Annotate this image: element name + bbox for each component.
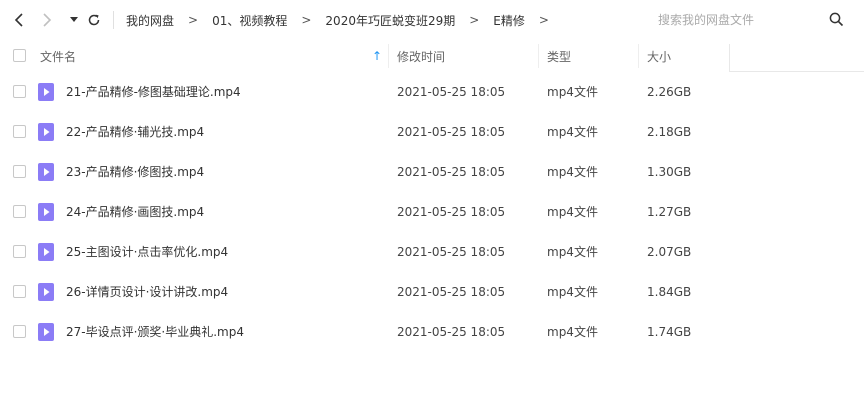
file-modified: 2021-05-25 18:05	[397, 245, 506, 259]
file-size: 1.30GB	[647, 165, 692, 179]
breadcrumb-separator: >	[469, 13, 480, 27]
file-list-header: 文件名 ↑ 修改时间 类型 大小	[0, 40, 864, 72]
row-checkbox[interactable]	[13, 85, 26, 98]
history-dropdown-button[interactable]	[64, 10, 84, 30]
column-header-modified[interactable]: 修改时间	[397, 40, 445, 72]
column-divider	[729, 44, 730, 71]
breadcrumb-separator: >	[188, 13, 199, 27]
breadcrumb-item-root[interactable]: 我的网盘	[126, 12, 174, 29]
column-header-size[interactable]: 大小	[647, 40, 671, 72]
row-checkbox[interactable]	[13, 285, 26, 298]
row-checkbox[interactable]	[13, 165, 26, 178]
video-file-icon	[38, 323, 54, 341]
toolbar-divider	[113, 11, 114, 29]
file-type: mp4文件	[547, 285, 598, 299]
file-size: 2.18GB	[647, 125, 692, 139]
file-modified: 2021-05-25 18:05	[397, 325, 506, 339]
file-type: mp4文件	[547, 245, 598, 259]
breadcrumb: 我的网盘 > 01、视频教程 > 2020年巧匠蜕变班29期 > E精修 >	[126, 0, 563, 40]
file-size: 1.74GB	[647, 325, 692, 339]
caret-down-icon	[70, 17, 78, 22]
file-row[interactable]: 27-毕设点评·颁奖·毕业典礼.mp4 2021-05-25 18:05 mp4…	[0, 312, 864, 352]
column-header-modified-label: 修改时间	[397, 49, 446, 64]
file-modified: 2021-05-25 18:05	[397, 205, 506, 219]
column-header-type-label: 类型	[547, 49, 572, 64]
file-row[interactable]: 26-详情页设计·设计讲改.mp4 2021-05-25 18:05 mp4文件…	[0, 272, 864, 312]
file-modified: 2021-05-25 18:05	[397, 85, 506, 99]
row-checkbox[interactable]	[13, 245, 26, 258]
video-file-icon	[38, 243, 54, 261]
video-file-icon	[38, 163, 54, 181]
chevron-right-icon	[43, 13, 52, 27]
column-header-size-label: 大小	[647, 49, 672, 64]
forward-button[interactable]	[37, 10, 57, 30]
search-icon[interactable]	[829, 12, 844, 31]
file-name[interactable]: 25-主图设计·点击率优化.mp4	[66, 232, 228, 272]
search-input[interactable]	[644, 13, 814, 27]
breadcrumb-item-current[interactable]: E精修	[493, 12, 525, 29]
file-type: mp4文件	[547, 205, 598, 219]
file-name[interactable]: 27-毕设点评·颁奖·毕业典礼.mp4	[66, 312, 244, 352]
column-header-name[interactable]: 文件名	[40, 40, 76, 72]
toolbar: 我的网盘 > 01、视频教程 > 2020年巧匠蜕变班29期 > E精修 >	[0, 0, 864, 40]
file-size: 2.07GB	[647, 245, 692, 259]
breadcrumb-item-videos[interactable]: 01、视频教程	[212, 12, 287, 29]
file-row[interactable]: 21-产品精修-修图基础理论.mp4 2021-05-25 18:05 mp4文…	[0, 72, 864, 112]
back-button[interactable]	[9, 10, 29, 30]
sort-ascending-icon[interactable]: ↑	[372, 40, 382, 72]
file-name[interactable]: 26-详情页设计·设计讲改.mp4	[66, 272, 228, 312]
file-type: mp4文件	[547, 325, 598, 339]
file-size: 1.84GB	[647, 285, 692, 299]
column-divider	[638, 44, 639, 68]
file-type: mp4文件	[547, 165, 598, 179]
search-box	[644, 6, 856, 34]
file-modified: 2021-05-25 18:05	[397, 125, 506, 139]
file-row[interactable]: 24-产品精修·画图技.mp4 2021-05-25 18:05 mp4文件 1…	[0, 192, 864, 232]
file-type: mp4文件	[547, 85, 598, 99]
video-file-icon	[38, 83, 54, 101]
chevron-left-icon	[14, 13, 23, 27]
row-checkbox[interactable]	[13, 325, 26, 338]
video-file-icon	[38, 203, 54, 221]
file-modified: 2021-05-25 18:05	[397, 285, 506, 299]
file-name[interactable]: 24-产品精修·画图技.mp4	[66, 192, 204, 232]
file-modified: 2021-05-25 18:05	[397, 165, 506, 179]
breadcrumb-separator: >	[538, 13, 549, 27]
file-type: mp4文件	[547, 125, 598, 139]
column-divider	[538, 44, 539, 68]
row-checkbox[interactable]	[13, 205, 26, 218]
file-size: 1.27GB	[647, 205, 692, 219]
file-row[interactable]: 25-主图设计·点击率优化.mp4 2021-05-25 18:05 mp4文件…	[0, 232, 864, 272]
file-row[interactable]: 22-产品精修·辅光技.mp4 2021-05-25 18:05 mp4文件 2…	[0, 112, 864, 152]
file-name[interactable]: 22-产品精修·辅光技.mp4	[66, 112, 204, 152]
select-all-checkbox[interactable]	[13, 49, 26, 62]
column-header-name-label: 文件名	[40, 49, 77, 64]
file-row[interactable]: 23-产品精修·修图技.mp4 2021-05-25 18:05 mp4文件 1…	[0, 152, 864, 192]
column-divider	[388, 44, 389, 68]
video-file-icon	[38, 123, 54, 141]
breadcrumb-item-class[interactable]: 2020年巧匠蜕变班29期	[325, 12, 455, 29]
breadcrumb-separator: >	[301, 13, 312, 27]
video-file-icon	[38, 283, 54, 301]
refresh-button[interactable]	[84, 10, 104, 30]
file-name[interactable]: 21-产品精修-修图基础理论.mp4	[66, 72, 241, 112]
file-name[interactable]: 23-产品精修·修图技.mp4	[66, 152, 204, 192]
column-header-type[interactable]: 类型	[547, 40, 571, 72]
file-size: 2.26GB	[647, 85, 692, 99]
row-checkbox[interactable]	[13, 125, 26, 138]
refresh-icon	[88, 14, 100, 26]
